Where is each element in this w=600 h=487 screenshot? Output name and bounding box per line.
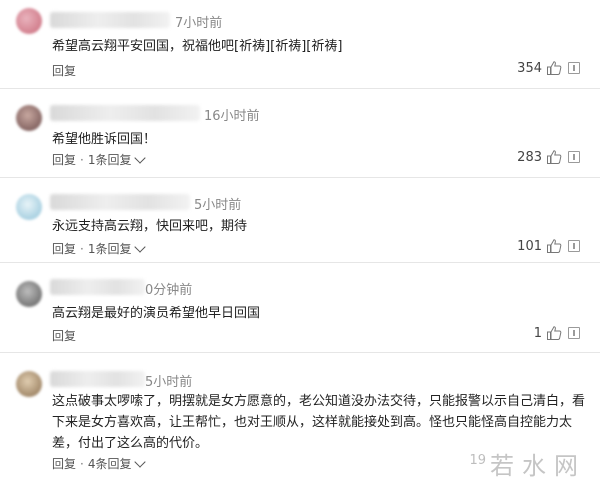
like-count: 354 bbox=[517, 60, 542, 76]
report-icon[interactable] bbox=[568, 62, 580, 74]
separator-dot: · bbox=[80, 241, 84, 256]
comment-time: 0分钟前 bbox=[145, 283, 193, 298]
avatar[interactable] bbox=[16, 8, 42, 34]
chevron-down-icon[interactable] bbox=[134, 455, 147, 468]
reply-button[interactable]: 回复 bbox=[52, 240, 76, 257]
username-blurred[interactable] bbox=[50, 371, 145, 387]
comment-footer: 回复 bbox=[52, 62, 76, 79]
comment-text: 希望他胜诉回国！ bbox=[52, 132, 157, 147]
comment-text: 希望高云翔平安回国，祝福他吧[祈祷][祈祷][祈祷] bbox=[52, 39, 343, 54]
username-blurred[interactable] bbox=[50, 105, 200, 121]
comment-actions: 283 bbox=[517, 149, 580, 165]
avatar[interactable] bbox=[16, 371, 42, 397]
comment-footer: 回复 · 4条回复 bbox=[52, 455, 147, 472]
avatar[interactable] bbox=[16, 105, 42, 131]
thumbs-up-icon[interactable] bbox=[546, 60, 562, 76]
like-count: 101 bbox=[517, 238, 542, 254]
comment-actions: 1 bbox=[534, 325, 580, 341]
report-icon[interactable] bbox=[568, 240, 580, 252]
avatar[interactable] bbox=[16, 281, 42, 307]
comment-item: 7小时前 希望高云翔平安回国，祝福他吧[祈祷][祈祷][祈祷] 回复 354 bbox=[0, 0, 600, 89]
view-replies-button[interactable]: 1条回复 bbox=[88, 151, 132, 168]
reply-button[interactable]: 回复 bbox=[52, 151, 76, 168]
username-blurred[interactable] bbox=[50, 12, 170, 28]
username-blurred[interactable] bbox=[50, 279, 145, 295]
comment-footer: 回复 · 1条回复 bbox=[52, 240, 147, 257]
separator-dot: · bbox=[80, 152, 84, 167]
comment-footer: 回复 bbox=[52, 327, 76, 344]
comment-footer: 回复 · 1条回复 bbox=[52, 151, 147, 168]
comment-time: 7小时前 bbox=[175, 16, 223, 31]
report-icon[interactable] bbox=[568, 327, 580, 339]
thumbs-up-icon[interactable] bbox=[546, 325, 562, 341]
view-replies-button[interactable]: 1条回复 bbox=[88, 240, 132, 257]
reply-button[interactable]: 回复 bbox=[52, 327, 76, 344]
report-icon[interactable] bbox=[568, 151, 580, 163]
thumbs-up-icon[interactable] bbox=[546, 238, 562, 254]
thumbs-up-icon[interactable] bbox=[546, 149, 562, 165]
separator-dot: · bbox=[80, 456, 84, 471]
comment-actions: 19 bbox=[469, 453, 490, 468]
like-count: 19 bbox=[469, 453, 486, 468]
view-replies-button[interactable]: 4条回复 bbox=[88, 455, 132, 472]
comment-text: 永远支持高云翔，快回来吧，期待 bbox=[52, 219, 248, 234]
reply-button[interactable]: 回复 bbox=[52, 455, 76, 472]
comment-time: 16小时前 bbox=[204, 109, 260, 124]
avatar[interactable] bbox=[16, 194, 42, 220]
comment-item: 0分钟前 高云翔是最好的演员希望他早日回国 回复 1 bbox=[0, 263, 600, 353]
like-count: 283 bbox=[517, 149, 542, 165]
like-count: 1 bbox=[533, 325, 542, 341]
username-blurred[interactable] bbox=[50, 194, 190, 210]
comment-actions: 354 bbox=[517, 60, 580, 76]
comment-time: 5小时前 bbox=[145, 375, 193, 390]
chevron-down-icon[interactable] bbox=[134, 151, 147, 164]
comment-item: 16小时前 希望他胜诉回国！ 回复 · 1条回复 283 bbox=[0, 89, 600, 178]
comment-time: 5小时前 bbox=[194, 198, 242, 213]
comment-text: 这点破事太啰嗦了，明摆就是女方愿意的，老公知道没办法交待，只能报警以示自己清白，… bbox=[52, 394, 586, 451]
chevron-down-icon[interactable] bbox=[134, 240, 147, 253]
watermark-logo: 若水网 bbox=[490, 452, 586, 480]
comment-actions: 101 bbox=[517, 238, 580, 254]
comment-text: 高云翔是最好的演员希望他早日回国 bbox=[52, 306, 261, 321]
reply-button[interactable]: 回复 bbox=[52, 62, 76, 79]
comment-item: 5小时前 永远支持高云翔，快回来吧，期待 回复 · 1条回复 101 bbox=[0, 178, 600, 263]
